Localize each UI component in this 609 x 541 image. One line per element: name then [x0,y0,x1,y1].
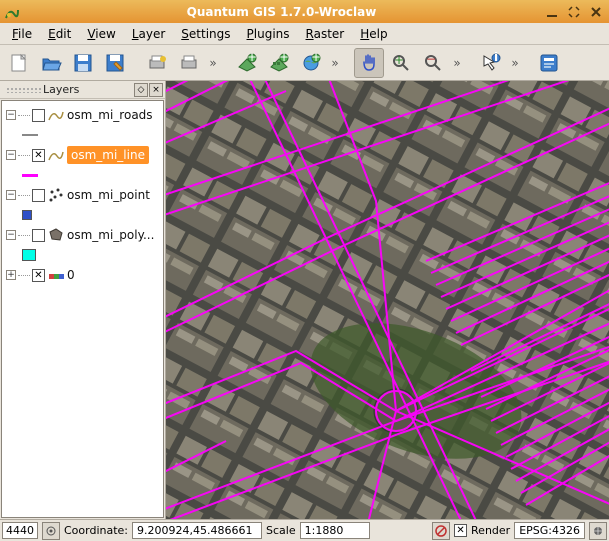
layers-panel: Layers ◇ × − osm_mi_roads − ✕ osm_mi_lin… [0,81,166,519]
help-button[interactable] [534,48,564,78]
open-project-button[interactable] [36,48,66,78]
add-wms-layer-button[interactable]: + [296,48,326,78]
svg-text:+: + [247,52,257,64]
menu-edit[interactable]: Edit [40,25,79,43]
close-button[interactable] [587,3,605,21]
layer-label: 0 [67,268,75,282]
scale-label: Scale [266,524,296,537]
zoom-out-button[interactable]: − [418,48,448,78]
toolbar-extension-4[interactable]: » [508,56,522,70]
layer-checkbox[interactable] [32,109,45,122]
crs-display[interactable]: EPSG:4326 [514,522,585,539]
map-render [166,81,609,519]
zoom-in-button[interactable]: + [386,48,416,78]
pan-button[interactable] [354,48,384,78]
layer-checkbox[interactable]: ✕ [32,149,45,162]
identify-button[interactable]: i [476,48,506,78]
save-as-button[interactable] [100,48,130,78]
menu-file[interactable]: File [4,25,40,43]
panel-close-button[interactable]: × [149,83,163,97]
menu-raster[interactable]: Raster [298,25,353,43]
toolbar-extension-1[interactable]: » [206,56,220,70]
layer-label: osm_mi_poly... [67,228,154,242]
panel-undock-button[interactable]: ◇ [134,83,148,97]
app-icon [4,4,20,20]
panel-drag-handle[interactable]: Layers [2,83,133,96]
layer-item-line[interactable]: − ✕ osm_mi_line [4,143,161,167]
layer-label: osm_mi_line [67,146,149,164]
add-vector-layer-button[interactable]: + [232,48,262,78]
menu-settings[interactable]: Settings [173,25,238,43]
svg-text:+: + [311,52,321,64]
crs-button[interactable] [589,522,607,540]
window-title: Quantum GIS 1.7.0-Wroclaw [24,5,539,19]
tree-collapse-icon[interactable]: − [6,230,16,240]
save-project-button[interactable] [68,48,98,78]
point-layer-icon [47,186,65,204]
statusbar: 4440 Coordinate: 9.200924,45.486661 Scal… [0,519,609,541]
tree-collapse-icon[interactable]: − [6,110,16,120]
layer-item-point[interactable]: − osm_mi_point [4,183,161,207]
raster-layer-icon [47,266,65,284]
svg-text:+: + [279,52,289,64]
minimize-button[interactable] [543,3,561,21]
toolbar-extension-2[interactable]: » [328,56,342,70]
maximize-button[interactable] [565,3,583,21]
layer-checkbox[interactable]: ✕ [32,269,45,282]
map-canvas[interactable] [166,81,609,519]
svg-text:−: − [426,52,436,66]
layer-item-raster[interactable]: + ✕ 0 [4,263,161,287]
layer-checkbox[interactable] [32,189,45,202]
line-layer-icon [47,106,65,124]
status-feature-count: 4440 [2,522,38,539]
layer-checkbox[interactable] [32,229,45,242]
svg-text:+: + [394,53,404,67]
layer-item-poly[interactable]: − osm_mi_poly... [4,223,161,247]
print-composer-button[interactable] [142,48,172,78]
polygon-layer-icon [47,226,65,244]
line-layer-icon [47,146,65,164]
toolbar: » + + + » + − » i » [0,45,609,81]
render-label: Render [471,524,510,537]
layer-item-roads[interactable]: − osm_mi_roads [4,103,161,127]
tree-expand-icon[interactable]: + [6,270,16,280]
add-raster-layer-button[interactable]: + [264,48,294,78]
tree-collapse-icon[interactable]: − [6,150,16,160]
menubar: File Edit View Layer Settings Plugins Ra… [0,23,609,45]
menu-view[interactable]: View [79,25,123,43]
coordinate-input[interactable]: 9.200924,45.486661 [132,522,262,539]
layer-label: osm_mi_roads [67,108,153,122]
toolbar-extension-3[interactable]: » [450,56,464,70]
main-area: Layers ◇ × − osm_mi_roads − ✕ osm_mi_lin… [0,81,609,519]
stop-render-button[interactable] [432,522,450,540]
coordinate-label: Coordinate: [64,524,128,537]
render-checkbox[interactable]: ✕ [454,524,467,537]
scale-input[interactable]: 1:1880 [300,522,370,539]
layer-tree: − osm_mi_roads − ✕ osm_mi_line − osm [1,100,164,518]
new-project-button[interactable] [4,48,34,78]
layers-panel-header: Layers ◇ × [0,81,165,99]
svg-text:i: i [494,52,498,64]
menu-plugins[interactable]: Plugins [239,25,298,43]
titlebar: Quantum GIS 1.7.0-Wroclaw [0,0,609,23]
composer-manager-button[interactable] [174,48,204,78]
menu-help[interactable]: Help [352,25,395,43]
layer-label: osm_mi_point [67,188,150,202]
menu-layer[interactable]: Layer [124,25,173,43]
tree-collapse-icon[interactable]: − [6,190,16,200]
toggle-extents-button[interactable] [42,522,60,540]
